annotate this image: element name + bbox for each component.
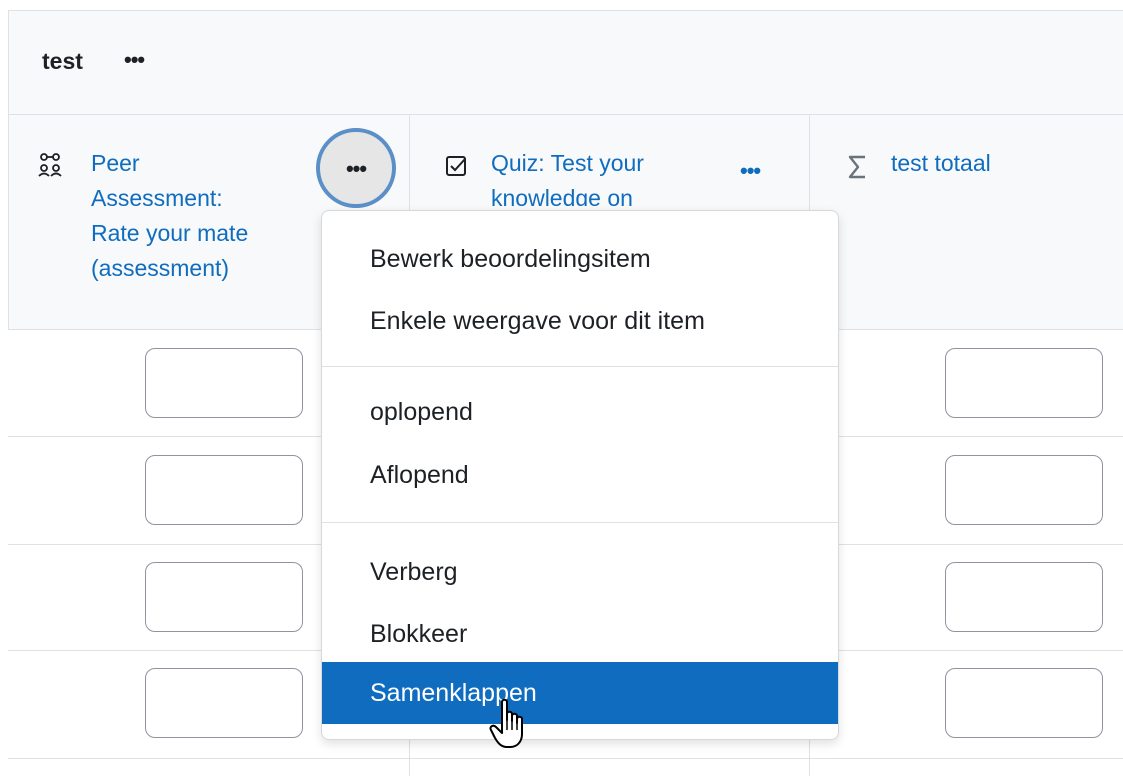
grade-input[interactable] bbox=[945, 348, 1103, 418]
peer-assessment-icon bbox=[38, 153, 62, 177]
menu-item-collapse[interactable]: Samenklappen bbox=[322, 662, 838, 724]
quiz-actions-button[interactable]: ••• bbox=[740, 158, 761, 184]
menu-item-hide[interactable]: Verberg bbox=[322, 541, 838, 603]
row-divider bbox=[8, 758, 1123, 759]
hand-cursor-icon bbox=[489, 698, 523, 748]
grade-input[interactable] bbox=[145, 455, 303, 525]
category-name: test bbox=[42, 48, 83, 74]
grade-input[interactable] bbox=[145, 562, 303, 632]
sigma-total-icon bbox=[848, 155, 865, 179]
quiz-checkbox-icon bbox=[446, 156, 466, 176]
item-title-line: knowledge on bbox=[491, 185, 633, 206]
grade-input[interactable] bbox=[945, 562, 1103, 632]
menu-divider bbox=[322, 366, 838, 367]
item-actions-dropdown: Bewerk beoordelingsitem Enkele weergave … bbox=[321, 210, 839, 740]
peer-assessment-actions-button[interactable]: ••• bbox=[316, 128, 396, 208]
grade-input[interactable] bbox=[145, 348, 303, 418]
total-link[interactable]: test totaal bbox=[891, 146, 991, 181]
category-header: test ••• bbox=[8, 10, 1123, 115]
grader-report: test ••• Peer Assessment: Rate your mate… bbox=[0, 0, 1123, 776]
more-icon: ••• bbox=[345, 156, 367, 181]
menu-item-sort-ascending[interactable]: oplopend bbox=[322, 381, 838, 443]
item-title-line: test totaal bbox=[891, 150, 991, 176]
category-actions-button[interactable]: ••• bbox=[124, 47, 145, 73]
menu-item-single-view[interactable]: Enkele weergave voor dit item bbox=[322, 290, 838, 352]
grade-input[interactable] bbox=[945, 455, 1103, 525]
item-title-line: Rate your mate bbox=[91, 220, 249, 246]
item-title-line: (assessment) bbox=[91, 255, 230, 281]
menu-item-lock[interactable]: Blokkeer bbox=[322, 603, 838, 665]
menu-item-sort-descending[interactable]: Aflopend bbox=[322, 444, 838, 506]
menu-item-edit-grade-item[interactable]: Bewerk beoordelingsitem bbox=[322, 228, 838, 290]
grade-input[interactable] bbox=[145, 668, 303, 738]
menu-divider bbox=[322, 522, 838, 523]
grade-input[interactable] bbox=[945, 668, 1103, 738]
peer-assessment-link[interactable]: Peer Assessment: Rate your mate (assessm… bbox=[91, 146, 248, 286]
item-title-line: Quiz: Test your bbox=[491, 150, 644, 176]
quiz-link[interactable]: Quiz: Test your knowledge on bbox=[491, 146, 644, 206]
item-title-line: Peer bbox=[91, 150, 140, 176]
item-title-line: Assessment: bbox=[91, 185, 223, 211]
